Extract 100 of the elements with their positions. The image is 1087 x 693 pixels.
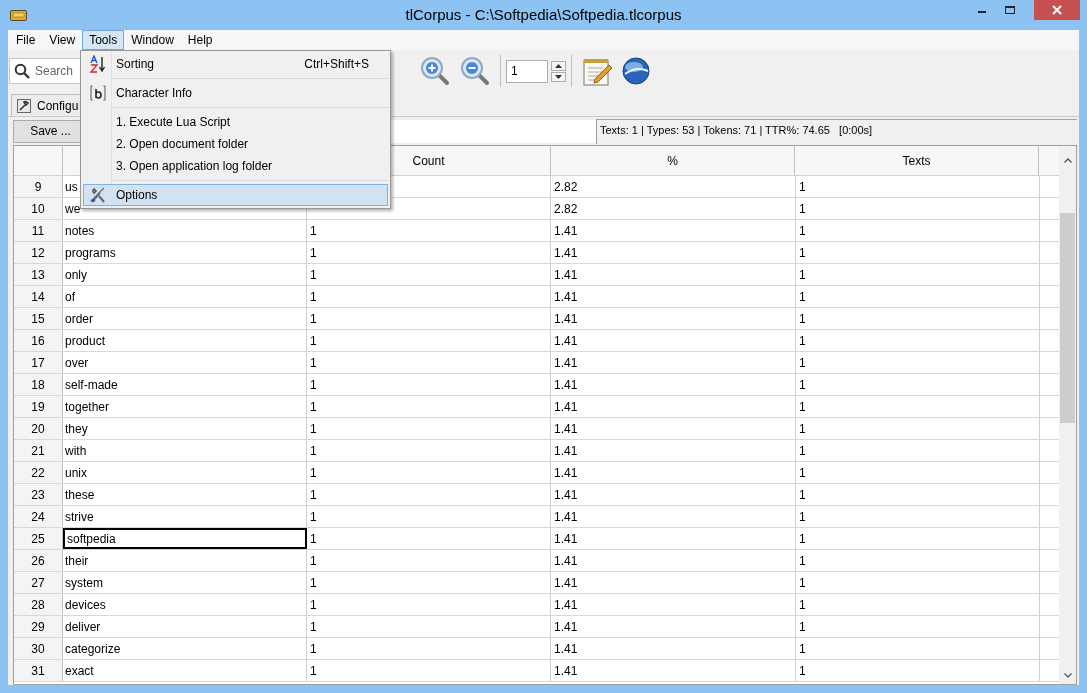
zoom-out-icon[interactable] [459,55,491,87]
table-cell: 1 [796,418,1040,439]
table-cell[interactable]: strive [63,506,307,527]
row-number: 11 [14,220,63,241]
table-cell: 1 [307,352,551,373]
app-icon [10,9,27,21]
table-cell: 1 [796,484,1040,505]
table-cell: 1.41 [551,638,796,659]
table-cell: 1 [796,572,1040,593]
table-cell[interactable]: together [63,396,307,417]
table-cell: 1.41 [551,418,796,439]
row-number: 9 [14,176,63,197]
table-cell[interactable]: they [63,418,307,439]
vertical-scrollbar[interactable] [1059,146,1076,684]
table-cell: 1 [796,440,1040,461]
down-arrow-icon [555,74,562,79]
spin-up-button[interactable] [551,60,566,71]
row-number: 20 [14,418,63,439]
row-number: 25 [14,528,63,549]
table-cell: 1.41 [551,220,796,241]
row-number: 27 [14,572,63,593]
character-icon [89,84,107,102]
table-cell: 1 [796,352,1040,373]
table-cell: 1 [307,616,551,637]
row-number: 16 [14,330,63,351]
close-icon [1052,5,1062,15]
table-cell: 1.41 [551,506,796,527]
table-cell: 1 [796,396,1040,417]
table-cell: 1 [796,198,1040,219]
table-cell: 1 [796,594,1040,615]
close-button[interactable] [1034,0,1080,20]
menu-bar-item[interactable]: Window [124,30,181,50]
table-cell: 1 [307,330,551,351]
table-cell[interactable]: exact [63,660,307,681]
table-cell: 1.41 [551,396,796,417]
table-cell: 1.41 [551,484,796,505]
table-cell: 1 [307,506,551,527]
table-cell: 1 [796,264,1040,285]
table-cell: 1 [796,638,1040,659]
table-cell: 1.41 [551,264,796,285]
table-cell[interactable]: notes [63,220,307,241]
table-cell[interactable]: self-made [63,374,307,395]
row-number: 22 [14,462,63,483]
table-cell[interactable]: softpedia [63,528,307,549]
table-cell[interactable]: order [63,308,307,329]
table-cell[interactable]: system [63,572,307,593]
table-cell[interactable]: unix [63,462,307,483]
table-cell: 1 [307,462,551,483]
table-cell: 1.41 [551,352,796,373]
table-cell: 1 [796,220,1040,241]
table-cell[interactable]: with [63,440,307,461]
table-cell: 1 [307,286,551,307]
table-cell: 1.41 [551,286,796,307]
table-cell: 1 [307,594,551,615]
zoom-in-icon[interactable] [419,55,451,87]
table-cell: 1 [307,550,551,571]
table-cell: 1 [307,264,551,285]
row-number: 30 [14,638,63,659]
table-cell[interactable]: their [63,550,307,571]
table-cell: 1 [307,418,551,439]
table-cell[interactable]: deliver [63,616,307,637]
table-cell[interactable]: only [63,264,307,285]
menu-bar-item[interactable]: Help [180,30,220,50]
scroll-up-icon[interactable] [1063,158,1072,163]
scrollbar-thumb[interactable] [1060,213,1075,423]
table-cell[interactable]: of [63,286,307,307]
tools-icon [89,186,107,204]
table-cell[interactable]: over [63,352,307,373]
table-cell: 1 [796,528,1040,549]
table-cell: 1 [796,242,1040,263]
spin-down-button[interactable] [551,71,566,82]
column-header[interactable]: % [551,146,795,175]
table-cell: 1 [307,220,551,241]
table-cell[interactable]: these [63,484,307,505]
row-number: 24 [14,506,63,527]
scroll-down-icon[interactable] [1063,673,1072,678]
menu-bar-item[interactable]: File [9,30,43,50]
menu-bar-item[interactable]: Tools [82,30,125,50]
row-number: 18 [14,374,63,395]
table-cell[interactable]: categorize [63,638,307,659]
column-header[interactable]: Texts [795,146,1039,175]
table-cell: 1 [796,462,1040,483]
menu-item[interactable]: Options [83,184,388,206]
table-cell: 1 [307,638,551,659]
table-cell: 1 [307,374,551,395]
globe-icon[interactable] [621,56,651,86]
row-number: 29 [14,616,63,637]
row-number: 21 [14,440,63,461]
table-cell: 1 [796,176,1040,197]
table-cell[interactable]: product [63,330,307,351]
row-number: 31 [14,660,63,681]
menu-item[interactable]: Character Info [83,82,388,104]
menu-bar-item[interactable]: View [42,30,83,50]
row-number: 26 [14,550,63,571]
sort-icon [89,55,107,73]
table-cell[interactable]: programs [63,242,307,263]
table-cell[interactable]: devices [63,594,307,615]
table-cell: 1 [796,660,1040,681]
page-number-field[interactable]: 1 [506,59,548,83]
table-cell: 1.41 [551,572,796,593]
